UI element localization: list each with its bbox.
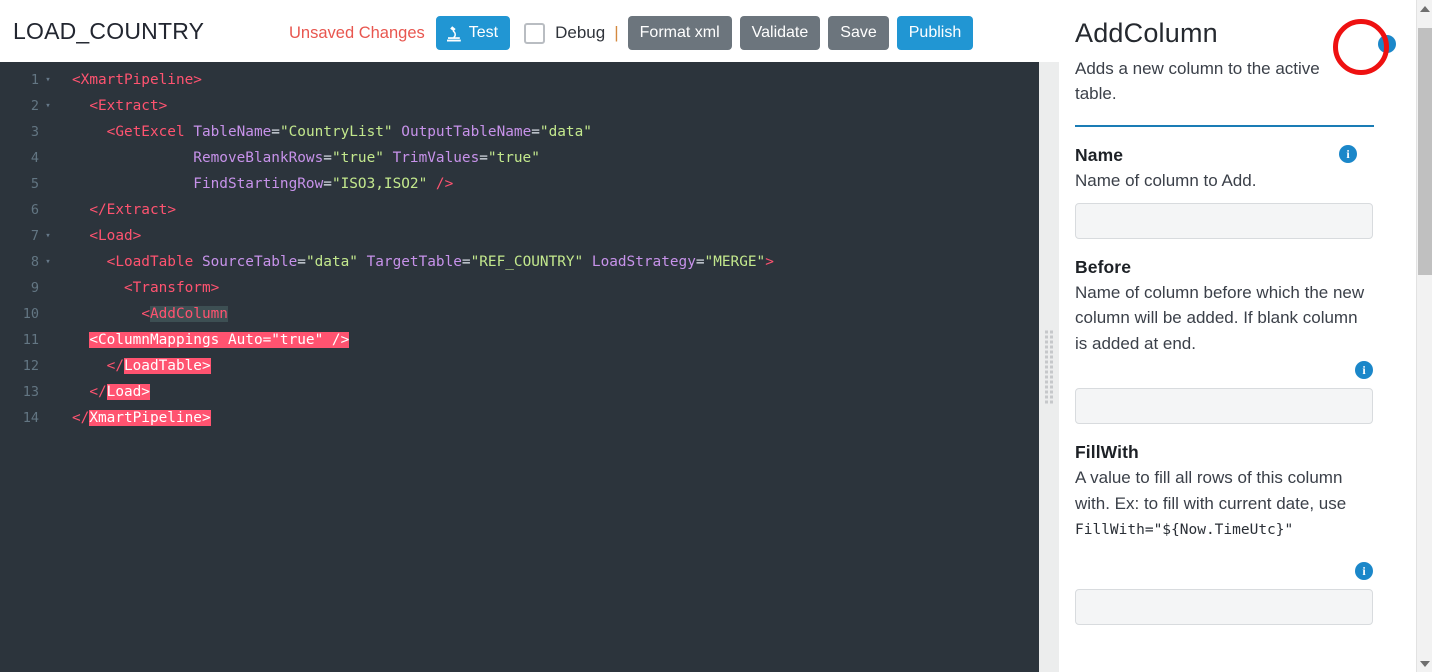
top-toolbar: LOAD_COUNTRY Unsaved Changes Test Debug … [0,0,1039,62]
code-line-text: <Extract> [89,98,168,114]
field-fillwith-info-icon[interactable]: i [1355,561,1373,580]
line-number: 2 [30,98,39,114]
panel-info-icon[interactable]: i [1378,35,1396,53]
field-fillwith-input[interactable] [1075,588,1373,625]
code-line[interactable]: 2 ▾ <Extract> [0,93,1039,119]
code-line[interactable]: 5 FindStartingRow="ISO3,ISO2" /> [0,171,1039,197]
field-fillwith: FillWith A value to fill all rows of thi… [1075,442,1396,625]
code-line-text: </LoadTable> [106,358,211,374]
field-fillwith-help: A value to fill all rows of this column … [1075,465,1365,544]
panel-scrollbar[interactable] [1416,0,1432,672]
xml-code-editor[interactable]: 1 ▾ <XmartPipeline> 2 ▾ <Extract> 3 <GetExcel… [0,62,1039,672]
page-title: LOAD_COUNTRY [13,17,205,44]
debug-label: Debug [555,23,606,42]
code-line[interactable]: 7 ▾ <Load> [0,223,1039,249]
save-button[interactable]: Save [828,16,889,50]
validate-button[interactable]: Validate [739,16,821,50]
code-line[interactable]: 3 <GetExcel TableName="CountryList" Outp… [0,119,1039,145]
line-number: 10 [22,306,39,322]
pipeline-editor-app: LOAD_COUNTRY Unsaved Changes Test Debug … [0,0,1432,672]
field-name: Name i Name of column to Add. [1075,145,1396,239]
code-line[interactable]: 6 </Extract> [0,197,1039,223]
field-before-label: Before [1075,256,1132,277]
line-number: 7 [30,228,39,244]
line-number: 8 [30,254,39,270]
fold-arrow-icon[interactable]: ▾ [41,249,55,275]
field-fillwith-info-row: i [1075,561,1373,580]
scroll-down-arrow[interactable] [1417,655,1432,672]
toolbar-separator: | [614,23,619,42]
field-name-info-icon[interactable]: i [1339,145,1357,164]
panel-resize-handle[interactable] [1039,62,1059,672]
line-number: 14 [22,410,39,426]
line-number: 5 [30,176,39,192]
line-number: 11 [22,332,39,348]
property-panel: AddColumn Adds a new column to the activ… [1059,0,1416,672]
line-number: 12 [22,358,39,374]
code-line[interactable]: 4 RemoveBlankRows="true" TrimValues="tru… [0,145,1039,171]
toolbar-actions: Unsaved Changes Test Debug | Format xml … [289,16,974,50]
panel-title: AddColumn [1075,18,1218,48]
field-before-info-row: i [1075,361,1373,380]
code-line[interactable]: 10 <AddColumn [0,301,1039,327]
panel-header: AddColumn Adds a new column to the activ… [1075,18,1396,128]
line-number: 9 [30,280,39,296]
fold-arrow-icon[interactable]: ▾ [41,93,55,119]
panel-divider [1075,125,1374,128]
publish-button[interactable]: Publish [896,16,974,50]
microscope-icon [446,25,462,42]
code-line[interactable]: 11 <ColumnMappings Auto="true" /> [0,327,1039,353]
code-line-text: <Transform> [123,280,220,296]
code-line-text: </Extract> [89,202,176,218]
code-line-text: <LoadTable SourceTable="data" TargetTabl… [106,254,774,270]
field-before: Before Name of column before which the n… [1075,257,1396,425]
field-fillwith-label: FillWith [1075,442,1139,463]
line-number: 4 [30,150,39,166]
code-line-text: <Load> [89,228,142,244]
code-line-text: </XmartPipeline> [72,410,211,426]
scroll-up-arrow[interactable] [1417,0,1432,17]
code-line-text: RemoveBlankRows="true" TrimValues="true" [193,150,540,166]
code-line[interactable]: 1 ▾ <XmartPipeline> [0,67,1039,93]
line-number: 13 [22,384,39,400]
scroll-thumb[interactable] [1418,28,1432,275]
test-button-label: Test [468,24,499,41]
field-fillwith-help-code: FillWith="${Now.TimeUtc}" [1075,522,1294,539]
line-number: 6 [30,202,39,218]
fold-arrow-icon[interactable]: ▾ [41,67,55,93]
code-line-text: <GetExcel TableName="CountryList" Output… [106,124,592,140]
field-fillwith-help-text: A value to fill all rows of this column … [1075,468,1347,513]
code-line-text: <ColumnMappings Auto="true" /> [89,332,350,348]
format-xml-button[interactable]: Format xml [627,16,732,50]
code-line-text: <AddColumn [141,306,228,322]
line-number: 3 [30,124,39,140]
code-line-text: </Load> [89,384,150,400]
debug-checkbox[interactable] [524,22,546,44]
code-line[interactable]: 13 </Load> [0,379,1039,405]
code-line[interactable]: 9 <Transform> [0,275,1039,301]
line-number: 1 [30,72,39,88]
code-line-text: FindStartingRow="ISO3,ISO2" /> [193,176,454,192]
panel-description: Adds a new column to the active table. [1075,59,1320,104]
code-lines[interactable]: 1 ▾ <XmartPipeline> 2 ▾ <Extract> 3 <GetExcel… [0,62,1039,431]
unsaved-changes-status: Unsaved Changes [289,23,425,42]
field-before-info-icon[interactable]: i [1355,361,1373,380]
resize-grip-dots [1045,330,1054,404]
fold-arrow-icon[interactable]: ▾ [41,223,55,249]
code-line[interactable]: 14 </XmartPipeline> [0,405,1039,431]
field-before-help: Name of column before which the new colu… [1075,282,1365,353]
field-before-input[interactable] [1075,388,1373,425]
field-name-help: Name of column to Add. [1075,171,1257,191]
test-button[interactable]: Test [435,16,511,50]
code-line[interactable]: 12 </LoadTable> [0,353,1039,379]
code-line-text: <XmartPipeline> [72,72,202,88]
code-line[interactable]: 8 ▾ <LoadTable SourceTable="data" TargetT… [0,249,1039,275]
field-name-input[interactable] [1075,202,1373,239]
